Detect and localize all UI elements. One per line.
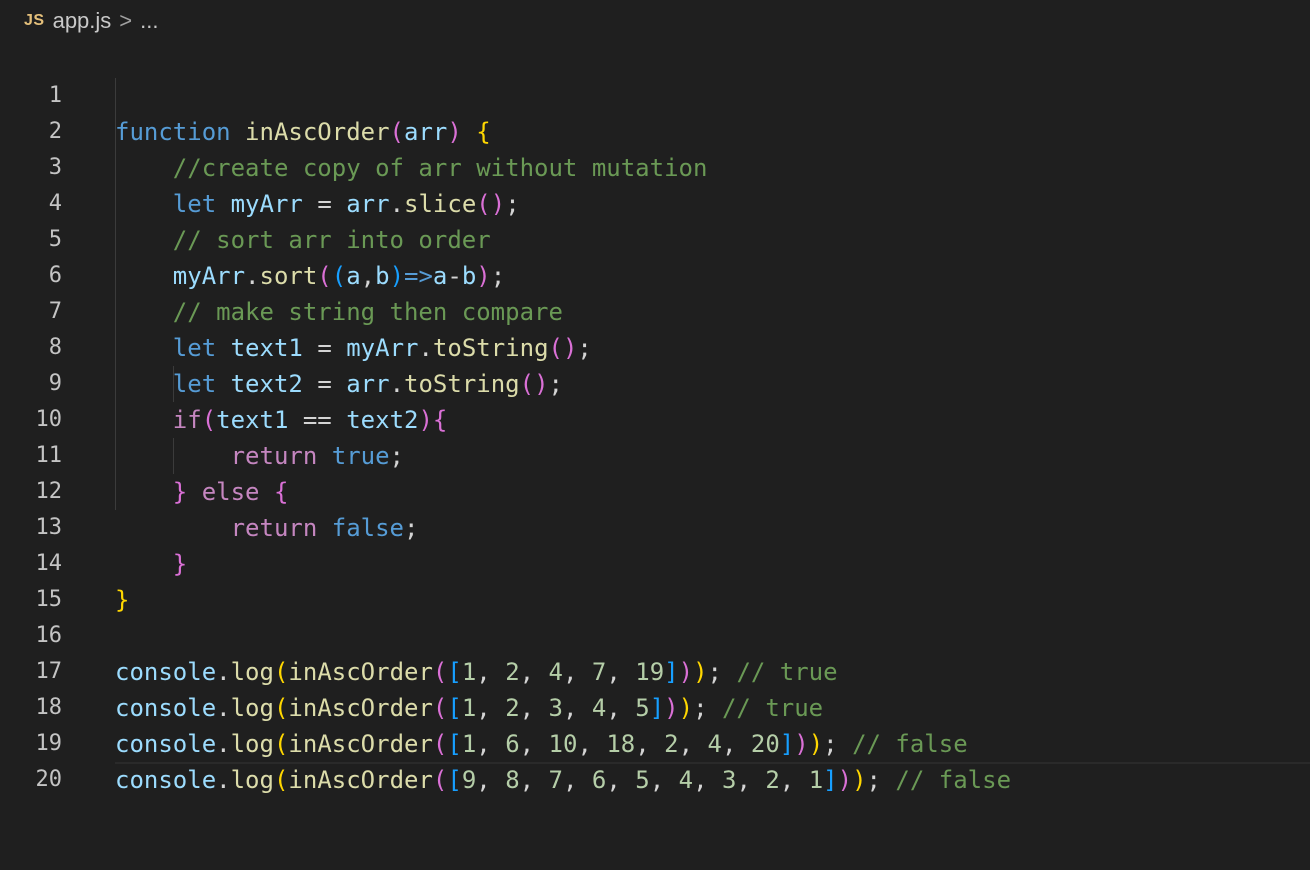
- code-line-5[interactable]: 5 myArr.sort((a,b)=>a-b);: [0, 186, 1310, 290]
- number: 3: [721, 766, 737, 794]
- semicolon: ;: [866, 766, 881, 794]
- code-line-6[interactable]: 6 // make string then compare: [0, 222, 1310, 326]
- code-line-13[interactable]: 13 }: [0, 474, 1310, 578]
- code-line-8[interactable]: 8 let text2 = arr.toString();: [0, 294, 1310, 398]
- code-line-3[interactable]: 3 let myArr = arr.slice();: [0, 114, 1310, 218]
- code-line-7[interactable]: 7 let text1 = myArr.toString();: [0, 258, 1310, 362]
- log-call: console.log(inAscOrder([9, 8, 7, 6, 5, 4…: [115, 766, 1012, 794]
- comment: // false: [895, 766, 1012, 794]
- code-line-11[interactable]: 11 } else {: [0, 402, 1310, 506]
- code-line-10[interactable]: 10 return true;: [0, 366, 1310, 470]
- javascript-file-icon: JS: [24, 12, 45, 29]
- code-line-9[interactable]: 9 if(text1 == text2){: [0, 330, 1310, 434]
- code-editor[interactable]: JS app.js > ... 1 function inAscOrder(ar…: [0, 0, 1310, 794]
- code-line-2[interactable]: 2 //create copy of arr without mutation: [0, 78, 1310, 182]
- code-line-18[interactable]: 18 console.log(inAscOrder([1, 6, 10, 18,…: [0, 654, 1310, 758]
- breadcrumb: JS app.js > ...: [24, 6, 159, 36]
- code-line-4[interactable]: 4 // sort arr into order: [0, 150, 1310, 254]
- code-line-1[interactable]: 1 function inAscOrder(arr) {: [0, 42, 1310, 146]
- breadcrumb-symbols[interactable]: ...: [140, 8, 158, 34]
- object: console: [115, 766, 217, 794]
- code-line-16[interactable]: 16 console.log(inAscOrder([1, 2, 4, 7, 1…: [0, 582, 1310, 686]
- number: 5: [635, 766, 650, 794]
- bracket: [: [447, 766, 462, 794]
- bracket: ]: [823, 766, 838, 794]
- number: 8: [505, 766, 520, 794]
- function-call: inAscOrder: [288, 766, 433, 794]
- line-number: 20: [35, 767, 63, 792]
- number: 1: [808, 766, 824, 794]
- number: 9: [461, 766, 477, 794]
- chevron-right-icon: >: [119, 8, 133, 33]
- code-line-19[interactable]: 1 9 console.log(inAscOrder([9, 8, 7, 6, 5…: [0, 690, 1310, 794]
- method: log: [230, 766, 274, 794]
- number: 6: [591, 766, 607, 794]
- code-line-15[interactable]: 15: [0, 546, 1310, 612]
- code-line-17[interactable]: 17 console.log(inAscOrder([1, 2, 3, 4, 5…: [0, 618, 1310, 722]
- paren: ): [852, 766, 867, 794]
- dot: .: [216, 766, 231, 794]
- code-line-12[interactable]: 12 return false;: [0, 438, 1310, 542]
- number: 4: [678, 766, 694, 794]
- paren: ): [837, 766, 853, 794]
- code-line-20[interactable]: 20: [0, 726, 1310, 792]
- breadcrumb-file[interactable]: app.js: [53, 8, 112, 34]
- number: 7: [548, 766, 563, 794]
- paren: (: [273, 766, 289, 794]
- number: 2: [765, 766, 780, 794]
- code-area[interactable]: 1 function inAscOrder(arr) { 2 //create …: [0, 42, 1310, 794]
- code-line-14[interactable]: 14 }: [0, 510, 1310, 614]
- paren: (: [432, 766, 448, 794]
